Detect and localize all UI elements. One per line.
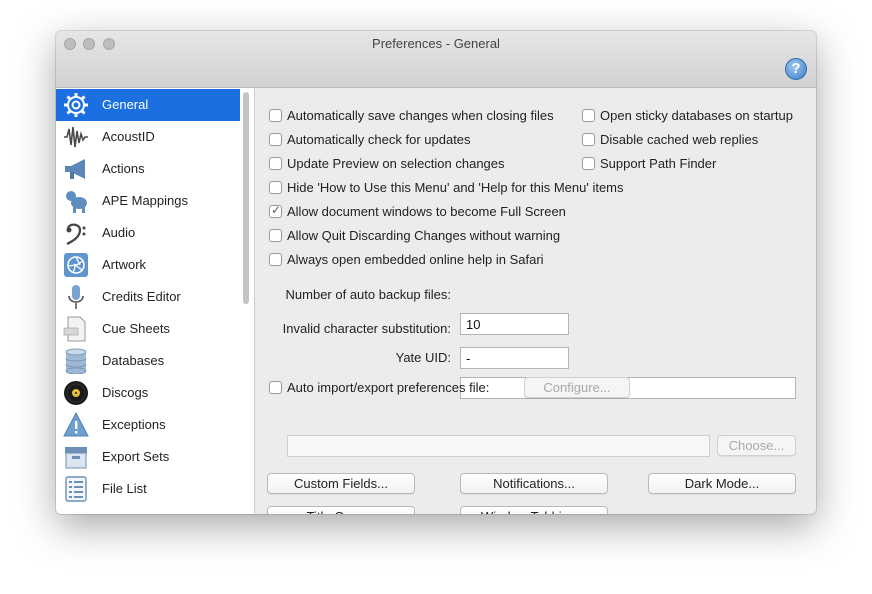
invalid-char-label: Invalid character substitution:	[282, 321, 451, 336]
checkbox-label: Disable cached web replies	[600, 132, 759, 147]
check-updates-checkbox[interactable]: Automatically check for updates	[269, 132, 471, 147]
microphone-icon	[63, 284, 89, 310]
help-safari-checkbox[interactable]: Always open embedded online help in Safa…	[269, 252, 544, 267]
checkbox-label: Open sticky databases on startup	[600, 108, 793, 123]
waveform-icon	[63, 124, 89, 150]
checkbox-box[interactable]	[269, 157, 282, 170]
sidebar-item-file-list[interactable]: File List	[56, 473, 240, 505]
sidebar-item-label: Artwork	[102, 257, 147, 272]
sidebar-item-label: File List	[102, 481, 147, 496]
checkbox-label: Auto import/export preferences file:	[287, 380, 490, 395]
sidebar-item-databases[interactable]: Databases	[56, 345, 240, 377]
dark-mode-button[interactable]: Dark Mode...	[648, 473, 796, 494]
sidebar-scrollbar[interactable]	[243, 92, 249, 304]
title-bar: Preferences - General ?	[56, 31, 816, 88]
preferences-path-input[interactable]	[287, 435, 710, 457]
checkbox-box[interactable]	[269, 253, 282, 266]
list-icon	[63, 476, 89, 502]
checkbox-box[interactable]	[269, 229, 282, 242]
archive-box-icon	[63, 444, 89, 470]
backup-files-input[interactable]	[460, 313, 569, 335]
vinyl-icon	[63, 380, 89, 406]
sidebar-item-credits-editor[interactable]: Credits Editor	[56, 281, 240, 313]
checkbox-box[interactable]	[582, 109, 595, 122]
monkey-icon	[63, 188, 89, 214]
cue-file-icon	[63, 316, 89, 342]
window-tabbing-button[interactable]: Window Tabbing...	[460, 506, 608, 514]
sidebar-item-acoustid[interactable]: AcoustID	[56, 121, 240, 153]
sidebar-item-label: Exceptions	[102, 417, 166, 432]
checkbox-box[interactable]	[269, 133, 282, 146]
sidebar-item-label: Databases	[102, 353, 165, 368]
sidebar-item-general[interactable]: General	[56, 89, 240, 121]
sidebar-item-label: General	[102, 97, 149, 112]
sticky-databases-checkbox[interactable]: Open sticky databases on startup	[582, 108, 793, 123]
checkbox-label: Always open embedded online help in Safa…	[287, 252, 544, 267]
sidebar-item-artwork[interactable]: Artwork	[56, 249, 240, 281]
window-title: Preferences - General	[372, 36, 500, 51]
help-button[interactable]: ?	[785, 58, 807, 80]
bass-clef-icon	[63, 220, 89, 246]
checkbox-box[interactable]	[269, 203, 282, 218]
sidebar-item-cue-sheets[interactable]: Cue Sheets	[56, 313, 240, 345]
full-screen-checkbox[interactable]: Allow document windows to become Full Sc…	[269, 203, 566, 219]
checkbox-label: Allow document windows to become Full Sc…	[287, 204, 566, 219]
checkbox-label: Hide 'How to Use this Menu' and 'Help fo…	[287, 180, 624, 195]
gear-icon	[63, 92, 89, 118]
notifications-button[interactable]: Notifications...	[460, 473, 608, 494]
checkbox-label: Automatically save changes when closing …	[287, 108, 554, 123]
sidebar-item-audio[interactable]: Audio	[56, 217, 240, 249]
backup-files-label: Number of auto backup files:	[285, 287, 451, 302]
sidebar-item-discogs[interactable]: Discogs	[56, 377, 240, 409]
warning-icon	[63, 412, 89, 438]
sidebar-item-label: Discogs	[102, 385, 149, 400]
auto-save-checkbox[interactable]: Automatically save changes when closing …	[269, 108, 554, 123]
checkbox-label: Allow Quit Discarding Changes without wa…	[287, 228, 561, 243]
checkbox-box[interactable]	[269, 381, 282, 394]
sidebar-item-ape-mappings[interactable]: APE Mappings	[56, 185, 240, 217]
choose-button[interactable]: Choose...	[717, 435, 796, 456]
checkbox-box[interactable]	[269, 109, 282, 122]
sidebar: General AcoustID Actions APE Mappings Au…	[56, 88, 255, 514]
sidebar-item-label: AcoustID	[102, 129, 155, 144]
custom-fields-button[interactable]: Custom Fields...	[267, 473, 415, 494]
checkbox-label: Automatically check for updates	[287, 132, 471, 147]
sidebar-item-label: Actions	[102, 161, 145, 176]
checkbox-box[interactable]	[582, 133, 595, 146]
title-case-button[interactable]: Title Case...	[267, 506, 415, 514]
preferences-window: Preferences - General ? General AcoustID…	[56, 31, 816, 514]
update-preview-checkbox[interactable]: Update Preview on selection changes	[269, 156, 505, 171]
checkbox-box[interactable]	[269, 181, 282, 194]
path-finder-checkbox[interactable]: Support Path Finder	[582, 156, 716, 171]
general-settings-panel: Automatically save changes when closing …	[255, 88, 816, 514]
checkbox-box[interactable]	[582, 157, 595, 170]
disable-cache-checkbox[interactable]: Disable cached web replies	[582, 132, 758, 147]
sidebar-item-label: Audio	[102, 225, 136, 240]
auto-import-checkbox[interactable]: Auto import/export preferences file:	[269, 380, 489, 395]
sidebar-item-export-sets[interactable]: Export Sets	[56, 441, 240, 473]
hide-howto-checkbox[interactable]: Hide 'How to Use this Menu' and 'Help fo…	[269, 180, 624, 195]
sidebar-item-label: Cue Sheets	[102, 321, 170, 336]
invalid-char-input[interactable]	[460, 347, 569, 369]
sidebar-item-label: Credits Editor	[102, 289, 181, 304]
aperture-icon	[63, 252, 89, 278]
quit-discard-checkbox[interactable]: Allow Quit Discarding Changes without wa…	[269, 228, 560, 243]
sidebar-item-actions[interactable]: Actions	[56, 153, 240, 185]
configure-button[interactable]: Configure...	[524, 377, 630, 398]
checkbox-label: Update Preview on selection changes	[287, 156, 505, 171]
sidebar-item-label: APE Mappings	[102, 193, 188, 208]
sidebar-item-label: Export Sets	[102, 449, 170, 464]
sidebar-item-exceptions[interactable]: Exceptions	[56, 409, 240, 441]
megaphone-icon	[63, 156, 89, 182]
checkbox-label: Support Path Finder	[600, 156, 717, 171]
database-icon	[63, 348, 89, 374]
yate-uid-label: Yate UID:	[395, 350, 451, 365]
